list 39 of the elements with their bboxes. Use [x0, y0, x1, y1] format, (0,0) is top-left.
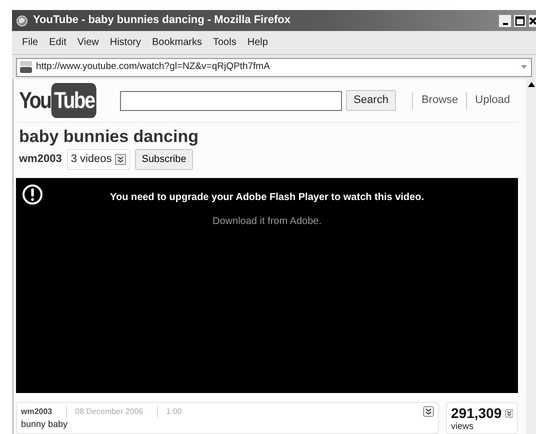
- menu-item[interactable]: Help: [243, 35, 275, 50]
- menu-item[interactable]: View: [73, 35, 106, 50]
- search-field[interactable]: [120, 90, 342, 110]
- menu-item[interactable]: Edit: [45, 35, 74, 50]
- video-player[interactable]: You need to upgrade your Adobe Flash Player to watch this video. Download it from Adobe.: [16, 178, 518, 393]
- window-title: YouTube - baby bunnies dancing - Mozilla Firefox: [33, 13, 290, 28]
- description: bunny baby: [21, 418, 69, 431]
- minimize-button[interactable]: [498, 14, 512, 28]
- view-count: 291,309: [451, 406, 502, 421]
- close-button[interactable]: [528, 14, 536, 28]
- minimize-icon: [502, 22, 508, 24]
- videos-dropdown[interactable]: 3 videos: [66, 149, 130, 170]
- address-field[interactable]: http://www.youtube.com/watch?gl=NZ&v=qRjQPth7fmA: [16, 58, 532, 76]
- menu-item[interactable]: Tools: [209, 35, 244, 50]
- channel-name[interactable]: wm2003: [19, 151, 62, 168]
- menu-item[interactable]: History: [106, 35, 148, 50]
- video-title: baby bunnies dancing: [19, 127, 200, 147]
- expand-icon[interactable]: [423, 406, 434, 417]
- views-label: views: [451, 421, 475, 431]
- chevron-down-icon: [114, 154, 126, 165]
- flash-message: You need to upgrade your Adobe Flash Player to watch this video.: [110, 191, 424, 205]
- alert-icon: [22, 184, 43, 205]
- download-link[interactable]: Download it from Adobe.: [212, 216, 322, 227]
- maximize-icon: [515, 16, 525, 26]
- nav-link[interactable]: Upload: [466, 92, 518, 109]
- maximize-button[interactable]: [513, 14, 527, 28]
- nav-link[interactable]: Browse: [412, 92, 466, 109]
- duration: 1:00: [157, 406, 182, 418]
- upload-date: 08 December 2006: [66, 406, 152, 418]
- author-name[interactable]: wm2003: [21, 406, 60, 418]
- close-icon: [529, 16, 536, 24]
- browser-icon: [16, 14, 28, 26]
- subscribe-button[interactable]: Subscribe: [134, 149, 194, 170]
- scroll-up-icon[interactable]: [528, 82, 535, 87]
- search-button[interactable]: Search: [346, 90, 396, 111]
- expand-icon[interactable]: [504, 408, 513, 419]
- dropdown-arrow-icon[interactable]: [521, 65, 527, 69]
- menu-item[interactable]: Bookmarks: [148, 35, 209, 50]
- menu-item[interactable]: File: [18, 35, 46, 50]
